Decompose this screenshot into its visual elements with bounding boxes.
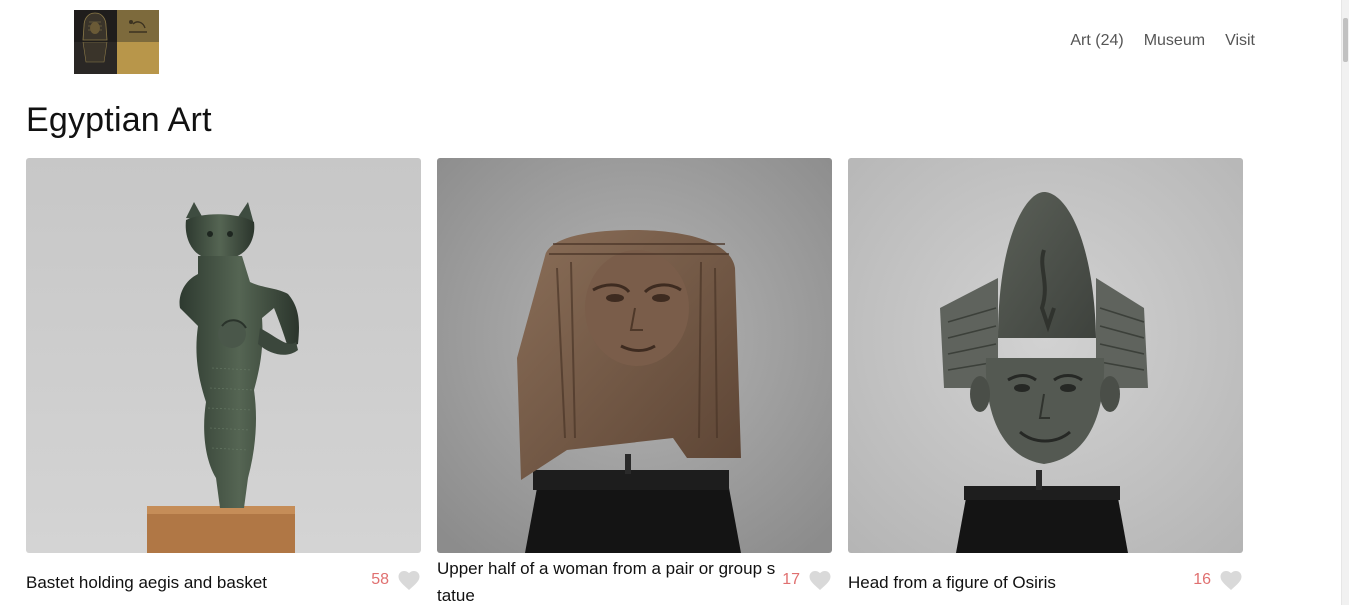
nav-visit-link[interactable]: Visit: [1225, 32, 1255, 50]
main-nav: Art (24) Museum Visit: [1070, 32, 1255, 50]
like-count: 16: [1193, 571, 1211, 588]
like-count: 58: [371, 571, 389, 588]
like-count: 17: [782, 571, 800, 588]
museum-logo[interactable]: [74, 10, 159, 74]
artwork-title[interactable]: Upper half of a woman from a pair or gro…: [437, 555, 777, 605]
artwork-meta: Head from a figure of Osiris 16: [848, 553, 1243, 605]
logo-gold-quadrant: [116, 10, 159, 42]
heart-icon[interactable]: [808, 569, 832, 591]
heart-icon[interactable]: [397, 569, 421, 591]
artwork-card[interactable]: Upper half of a woman from a pair or gro…: [437, 158, 832, 605]
artwork-title[interactable]: Bastet holding aegis and basket: [26, 569, 366, 596]
page-scrollbar[interactable]: [1341, 0, 1349, 605]
nav-museum-link[interactable]: Museum: [1144, 32, 1205, 50]
logo-dark-quadrant: [74, 42, 117, 74]
artwork-image-osiris-head[interactable]: [848, 158, 1243, 553]
scrollbar-thumb[interactable]: [1343, 18, 1348, 62]
artwork-image-woman-statue[interactable]: [437, 158, 832, 553]
artwork-card[interactable]: Bastet holding aegis and basket 58: [26, 158, 421, 605]
artwork-meta: Bastet holding aegis and basket 58: [26, 553, 421, 605]
page-title: Egyptian Art: [26, 101, 212, 139]
logo-ochre-quadrant: [116, 42, 159, 74]
artwork-grid: Bastet holding aegis and basket 58 Upper…: [26, 158, 1243, 605]
logo-pharaoh-quadrant: [74, 10, 117, 42]
nav-art-link[interactable]: Art (24): [1070, 32, 1123, 50]
heart-icon[interactable]: [1219, 569, 1243, 591]
hieroglyph-icon: [128, 20, 147, 33]
artwork-title[interactable]: Head from a figure of Osiris: [848, 569, 1188, 596]
artwork-image-bastet[interactable]: [26, 158, 421, 553]
pharaoh-base-icon: [82, 42, 108, 63]
pharaoh-mask-icon: [82, 12, 108, 41]
artwork-meta: Upper half of a woman from a pair or gro…: [437, 553, 832, 605]
artwork-card[interactable]: Head from a figure of Osiris 16: [848, 158, 1243, 605]
